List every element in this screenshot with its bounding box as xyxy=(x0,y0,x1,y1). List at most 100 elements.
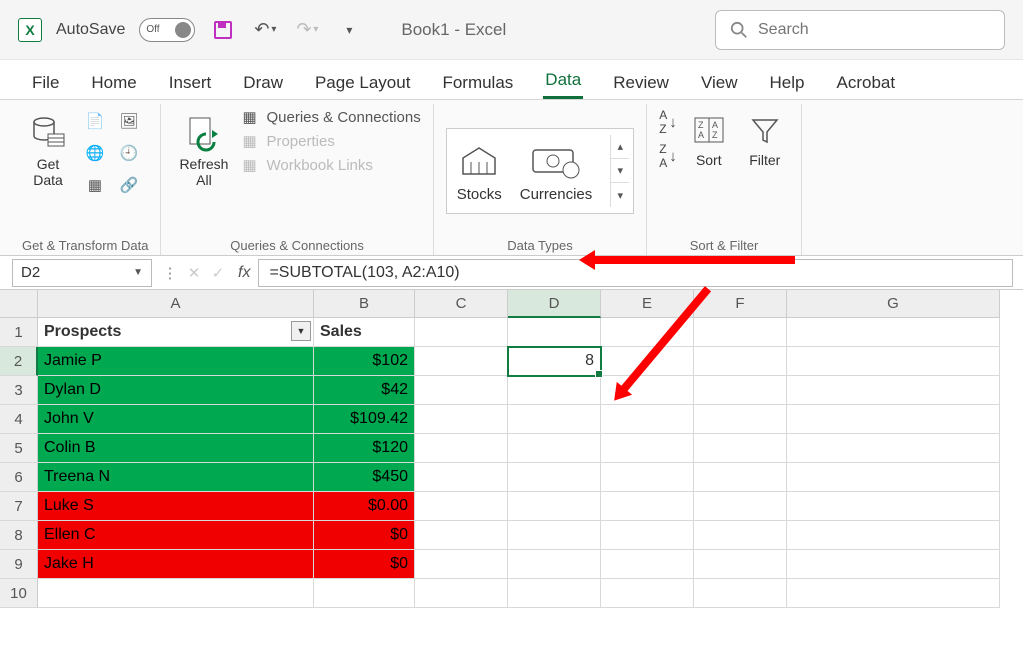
cell-C5[interactable] xyxy=(415,434,508,463)
filter-button[interactable]: Filter xyxy=(741,108,789,172)
col-header-G[interactable]: G xyxy=(787,290,1000,318)
recent-sources-button[interactable]: 🕘 xyxy=(116,140,142,166)
cell-E5[interactable] xyxy=(601,434,694,463)
tab-insert[interactable]: Insert xyxy=(167,67,214,99)
row-header-8[interactable]: 8 xyxy=(0,521,38,550)
col-header-D[interactable]: D xyxy=(508,290,601,318)
undo-button[interactable]: ↶▾ xyxy=(251,16,279,44)
cell-A5[interactable]: Colin B xyxy=(38,434,314,463)
cell-F3[interactable] xyxy=(694,376,787,405)
cell-E10[interactable] xyxy=(601,579,694,608)
tab-help[interactable]: Help xyxy=(768,67,807,99)
sort-button[interactable]: ZAAZ Sort xyxy=(685,108,733,172)
cell-F1[interactable] xyxy=(694,318,787,347)
cell-A10[interactable] xyxy=(38,579,314,608)
cell-C8[interactable] xyxy=(415,521,508,550)
row-header-4[interactable]: 4 xyxy=(0,405,38,434)
cell-D6[interactable] xyxy=(508,463,601,492)
cell-G6[interactable] xyxy=(787,463,1000,492)
cell-D1[interactable] xyxy=(508,318,601,347)
row-header-10[interactable]: 10 xyxy=(0,579,38,608)
search-input[interactable] xyxy=(758,21,990,39)
cell-B9[interactable]: $0 xyxy=(314,550,415,579)
cell-A8[interactable]: Ellen C xyxy=(38,521,314,550)
cancel-formula-button[interactable]: ✕ xyxy=(182,259,206,287)
row-header-6[interactable]: 6 xyxy=(0,463,38,492)
col-header-A[interactable]: A xyxy=(38,290,314,318)
cell-C2[interactable] xyxy=(415,347,508,376)
datatype-gallery[interactable]: Stocks Currencies ▴▾▾ xyxy=(446,128,635,214)
cell-G7[interactable] xyxy=(787,492,1000,521)
tab-draw[interactable]: Draw xyxy=(241,67,285,99)
cell-D2[interactable]: 8 xyxy=(508,347,601,376)
col-header-C[interactable]: C xyxy=(415,290,508,318)
existing-conn-button[interactable]: 🔗 xyxy=(116,172,142,198)
cell-F4[interactable] xyxy=(694,405,787,434)
tab-formulas[interactable]: Formulas xyxy=(440,67,515,99)
cell-D4[interactable] xyxy=(508,405,601,434)
cell-G10[interactable] xyxy=(787,579,1000,608)
cell-F7[interactable] xyxy=(694,492,787,521)
cell-A3[interactable]: Dylan D xyxy=(38,376,314,405)
cell-G1[interactable] xyxy=(787,318,1000,347)
cell-C1[interactable] xyxy=(415,318,508,347)
enter-formula-button[interactable]: ✓ xyxy=(206,259,230,287)
row-header-2[interactable]: 2 xyxy=(0,347,38,376)
select-all-corner[interactable] xyxy=(0,290,38,318)
search-box[interactable] xyxy=(715,10,1005,50)
cell-C4[interactable] xyxy=(415,405,508,434)
cell-A9[interactable]: Jake H xyxy=(38,550,314,579)
save-button[interactable] xyxy=(209,16,237,44)
namebox-options[interactable]: ⋮ xyxy=(158,259,182,287)
cell-D10[interactable] xyxy=(508,579,601,608)
row-header-1[interactable]: 1 xyxy=(0,318,38,347)
tab-review[interactable]: Review xyxy=(611,67,671,99)
cell-C7[interactable] xyxy=(415,492,508,521)
tab-view[interactable]: View xyxy=(699,67,740,99)
customize-qat-button[interactable]: ▾ xyxy=(335,16,363,44)
cell-D7[interactable] xyxy=(508,492,601,521)
cell-B10[interactable] xyxy=(314,579,415,608)
cell-E8[interactable] xyxy=(601,521,694,550)
cell-G3[interactable] xyxy=(787,376,1000,405)
tab-file[interactable]: File xyxy=(30,67,61,99)
row-header-7[interactable]: 7 xyxy=(0,492,38,521)
fx-icon[interactable]: fx xyxy=(238,264,250,282)
cell-B8[interactable]: $0 xyxy=(314,521,415,550)
from-web-button[interactable]: 🌐 xyxy=(82,140,108,166)
cell-F8[interactable] xyxy=(694,521,787,550)
cell-D8[interactable] xyxy=(508,521,601,550)
row-header-5[interactable]: 5 xyxy=(0,434,38,463)
cell-C10[interactable] xyxy=(415,579,508,608)
cell-B5[interactable]: $120 xyxy=(314,434,415,463)
cell-F5[interactable] xyxy=(694,434,787,463)
tab-home[interactable]: Home xyxy=(89,67,138,99)
autosave-toggle[interactable]: Off xyxy=(139,18,195,42)
cell-C6[interactable] xyxy=(415,463,508,492)
col-header-B[interactable]: B xyxy=(314,290,415,318)
cell-A4[interactable]: John V xyxy=(38,405,314,434)
cell-E9[interactable] xyxy=(601,550,694,579)
cell-A1[interactable]: Prospects▼ xyxy=(38,318,314,347)
cell-A6[interactable]: Treena N xyxy=(38,463,314,492)
cell-B4[interactable]: $109.42 xyxy=(314,405,415,434)
gallery-nav[interactable]: ▴▾▾ xyxy=(610,135,629,207)
tab-page-layout[interactable]: Page Layout xyxy=(313,67,412,99)
cell-C3[interactable] xyxy=(415,376,508,405)
cell-B1[interactable]: Sales xyxy=(314,318,415,347)
cell-A2[interactable]: Jamie P xyxy=(38,347,314,376)
currencies-datatype[interactable]: Currencies xyxy=(520,140,593,203)
cell-B3[interactable]: $42 xyxy=(314,376,415,405)
cell-F10[interactable] xyxy=(694,579,787,608)
stocks-datatype[interactable]: Stocks xyxy=(457,140,502,203)
refresh-all-button[interactable]: Refresh All xyxy=(173,108,234,192)
cell-C9[interactable] xyxy=(415,550,508,579)
cell-B2[interactable]: $102 xyxy=(314,347,415,376)
cell-G4[interactable] xyxy=(787,405,1000,434)
sort-asc-button[interactable]: AZ↓ xyxy=(659,108,677,136)
cell-E6[interactable] xyxy=(601,463,694,492)
redo-button[interactable]: ↷▾ xyxy=(293,16,321,44)
filter-dropdown-button[interactable]: ▼ xyxy=(291,321,311,341)
tab-data[interactable]: Data xyxy=(543,64,583,99)
cell-G9[interactable] xyxy=(787,550,1000,579)
